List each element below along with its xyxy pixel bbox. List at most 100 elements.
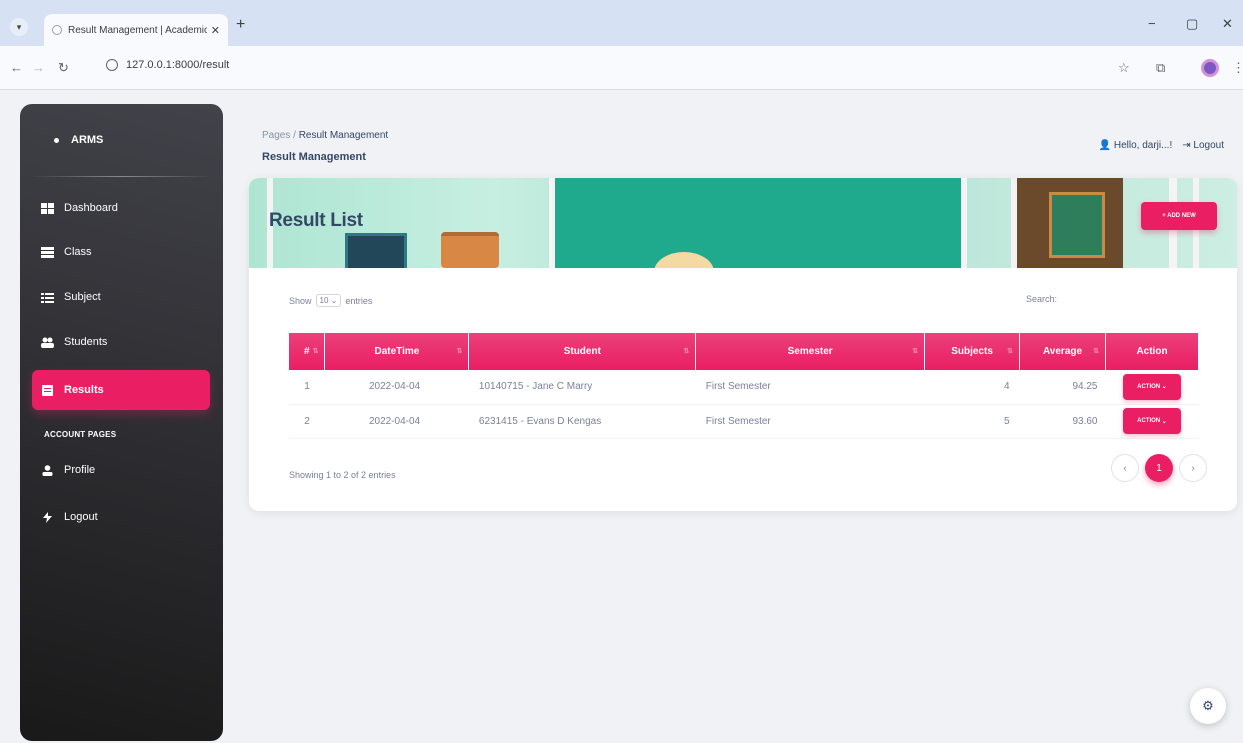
brand-logo-icon [54, 137, 59, 143]
sidebar-item-label: Results [64, 384, 104, 396]
browser-tab[interactable]: Result Management | Academic ✕ [44, 14, 228, 46]
greeting-text: Hello, darji...! [1113, 140, 1173, 151]
cell-subjects: 5 [924, 404, 1020, 439]
sidebar-item-class[interactable]: Class [32, 232, 210, 272]
forward-icon[interactable]: → [32, 60, 45, 75]
site-info-icon[interactable] [106, 59, 118, 71]
bookmark-star-icon[interactable]: ☆ [1118, 60, 1130, 76]
sidebar-item-label: Subject [64, 291, 101, 303]
cell-datetime: 2022-04-04 [324, 370, 469, 405]
minimize-icon[interactable]: − [1148, 16, 1156, 31]
entries-control: Show 10 ⌄ entries [289, 294, 372, 307]
cell-average: 93.60 [1019, 404, 1106, 439]
cell-average: 94.25 [1019, 370, 1106, 405]
user-area: 👤 Hello, darji...! ⇥ Logout [1099, 140, 1224, 151]
sidebar-item-label: Logout [64, 511, 98, 523]
table-icon [41, 246, 54, 258]
cell-student: 10140715 - Jane C Marry [468, 370, 696, 405]
sidebar-item-label: Class [64, 246, 92, 258]
sidebar-item-results[interactable]: Results [32, 370, 210, 410]
cell-number: 1 [289, 370, 325, 405]
column-header-average[interactable]: Average ⇅ [1019, 333, 1106, 370]
reload-icon[interactable]: ↻ [58, 60, 69, 76]
cell-number: 2 [289, 404, 325, 439]
column-header-datetime[interactable]: DateTime ⇅ [324, 333, 470, 370]
sidebar-item-logout[interactable]: Logout [32, 497, 210, 537]
next-page-button[interactable]: › [1179, 454, 1207, 482]
pagination: ‹ 1 › [1111, 454, 1207, 482]
tab-search-icon[interactable]: ▾ [10, 18, 28, 36]
cell-datetime: 2022-04-04 [324, 404, 469, 439]
breadcrumb: Pages / Result Management [262, 130, 388, 141]
add-new-button[interactable]: + ADD NEW [1141, 202, 1217, 230]
cell-student: 6231415 - Evans D Kengas [468, 404, 696, 439]
url-field[interactable]: 127.0.0.1:8000/result [106, 59, 229, 71]
sidebar-item-subject[interactable]: Subject [32, 277, 210, 317]
sidebar-item-students[interactable]: Students [32, 322, 210, 362]
search-label: Search: [1026, 294, 1058, 304]
user-greeting[interactable]: 👤 Hello, darji...! [1099, 140, 1173, 151]
entries-select[interactable]: 10 ⌄ [315, 294, 342, 307]
sidebar-divider [30, 176, 213, 177]
column-header-action: Action [1105, 333, 1200, 370]
users-icon [41, 337, 54, 348]
search-input[interactable] [1069, 288, 1199, 308]
action-dropdown-button[interactable]: ACTION ⌄ [1122, 373, 1181, 400]
extensions-icon[interactable]: ⧉ [1156, 60, 1165, 76]
sidebar: ARMS Dashboard Class Subject Students Re… [20, 104, 223, 741]
cell-action: ACTION ⌄ [1105, 370, 1199, 405]
gear-icon: ⚙ [1202, 698, 1214, 713]
logout-link[interactable]: ⇥ Logout [1182, 140, 1224, 151]
brand-label: ARMS [71, 134, 104, 146]
restore-icon[interactable]: ▢ [1186, 16, 1198, 32]
breadcrumb-root[interactable]: Pages [262, 130, 290, 141]
card-title: Result List [269, 210, 363, 231]
brand[interactable]: ARMS [54, 134, 103, 146]
new-tab-icon[interactable]: + [236, 16, 245, 34]
table-row: 1 2022-04-04 10140715 - Jane C Marry Fir… [289, 370, 1199, 405]
sidebar-item-label: Dashboard [64, 202, 118, 214]
column-header-student[interactable]: Student ⇅ [468, 333, 697, 370]
classroom-banner-image [249, 178, 1237, 268]
column-header-number[interactable]: # ⇅ [289, 333, 326, 370]
show-label: Show [289, 295, 312, 306]
result-list-card: Result List + ADD NEW Show 10 ⌄ entries … [249, 178, 1237, 511]
close-window-icon[interactable]: ✕ [1222, 16, 1233, 32]
page-title: Result Management [262, 151, 366, 163]
back-icon[interactable]: ← [10, 60, 23, 75]
tab-close-icon[interactable]: ✕ [211, 24, 220, 37]
profile-avatar[interactable] [1201, 59, 1219, 77]
favicon-icon [52, 25, 62, 35]
chevron-down-icon: ⌄ [1161, 418, 1167, 425]
action-dropdown-button[interactable]: ACTION ⌄ [1122, 408, 1181, 434]
logout-icon [41, 511, 54, 523]
chevron-down-icon: ⌄ [1161, 384, 1167, 391]
entries-label: entries [345, 295, 373, 306]
sidebar-item-dashboard[interactable]: Dashboard [32, 188, 210, 228]
dashboard-icon [41, 202, 54, 214]
cell-subjects: 4 [924, 370, 1020, 405]
list-icon [41, 292, 54, 303]
user-icon: 👤 [1098, 140, 1112, 151]
sidebar-item-profile[interactable]: Profile [32, 450, 210, 490]
page-1-button[interactable]: 1 [1145, 454, 1173, 482]
browser-tabbar: ▾ Result Management | Academic ✕ + − ▢ ✕ [0, 0, 1243, 46]
address-bar: ← → ↻ 127.0.0.1:8000/result ☆ ⧉ ⋮ [0, 46, 1243, 90]
column-header-semester[interactable]: Semester ⇅ [695, 333, 926, 370]
cell-semester: First Semester [695, 404, 925, 439]
sidebar-item-label: Students [64, 336, 108, 348]
cell-action: ACTION ⌄ [1105, 404, 1199, 439]
table-header-row: # ⇅ DateTime ⇅ Student ⇅ Semester ⇅ Subjects… [289, 333, 1200, 370]
column-header-subjects[interactable]: Subjects ⇅ [924, 333, 1021, 370]
table-info: Showing 1 to 2 of 2 entries [289, 470, 396, 480]
chevron-down-icon: ⌄ [330, 296, 338, 305]
cell-semester: First Semester [695, 370, 925, 405]
person-icon [41, 464, 54, 476]
browser-menu-icon[interactable]: ⋮ [1232, 60, 1243, 76]
previous-page-button[interactable]: ‹ [1111, 454, 1139, 482]
settings-gear-button[interactable]: ⚙ [1190, 688, 1226, 724]
section-label: ACCOUNT PAGES [44, 430, 117, 439]
breadcrumb-separator: / [293, 130, 296, 141]
logout-text: Logout [1193, 140, 1224, 151]
sidebar-item-label: Profile [64, 464, 96, 476]
